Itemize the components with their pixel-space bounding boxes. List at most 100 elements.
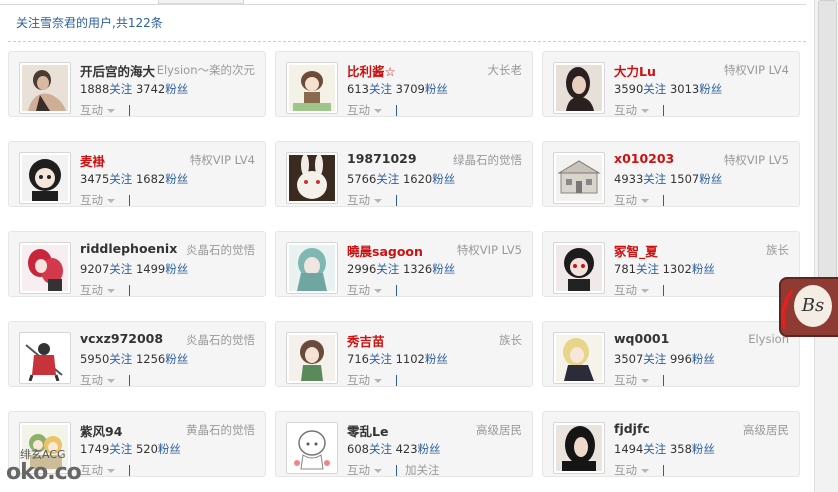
username-link[interactable]: riddlephoenix [80, 241, 177, 256]
username-link[interactable]: 大力Lu [614, 61, 656, 80]
avatar[interactable] [19, 242, 71, 294]
avatar[interactable] [553, 332, 605, 384]
follow-link[interactable]: 关注 [643, 442, 666, 456]
follow-link[interactable]: 关注 [376, 262, 399, 276]
username-link[interactable]: 曉晨sagoon [347, 241, 423, 260]
follow-link[interactable]: 关注 [369, 82, 392, 96]
fans-link[interactable]: 粉丝 [165, 82, 188, 96]
username-link[interactable]: 开后宫的海大 [80, 61, 155, 80]
avatar[interactable] [553, 242, 605, 294]
follow-link[interactable]: 关注 [369, 442, 392, 456]
avatar[interactable] [286, 152, 338, 204]
follow-link[interactable]: 关注 [643, 352, 666, 366]
active-tab[interactable] [158, 0, 244, 4]
interact-label[interactable]: 互动 [347, 103, 370, 117]
username-link[interactable]: 冢智_夏 [614, 241, 658, 260]
interact-label[interactable]: 互动 [80, 193, 103, 207]
avatar[interactable] [286, 422, 338, 474]
fans-link[interactable]: 粉丝 [418, 442, 441, 456]
username-link[interactable]: x010203 [614, 151, 674, 166]
interact-label[interactable]: 互动 [614, 103, 637, 117]
fans-link[interactable]: 粉丝 [692, 352, 715, 366]
fans-link[interactable]: 粉丝 [158, 442, 181, 456]
interact-dropdown[interactable]: 互动 [80, 102, 130, 118]
red-eye-anime-avatar [556, 245, 602, 291]
interact-dropdown[interactable]: 互动 [347, 102, 397, 118]
interact-label[interactable]: 互动 [80, 103, 103, 117]
add-follow-button[interactable]: 加关注 [405, 463, 440, 477]
username-link[interactable]: fjdjfc [614, 421, 650, 436]
username-link[interactable]: 零乱Le [347, 421, 388, 440]
interact-label[interactable]: 互动 [614, 193, 637, 207]
interact-dropdown[interactable]: 互动 [614, 192, 664, 208]
avatar[interactable] [19, 332, 71, 384]
chevron-down-icon [641, 108, 649, 113]
side-float-widget[interactable]: Bs [779, 277, 838, 337]
username-link[interactable]: 紫风94 [80, 421, 122, 440]
fans-link[interactable]: 粉丝 [692, 262, 715, 276]
follow-link[interactable]: 关注 [643, 82, 666, 96]
interact-dropdown[interactable]: 互动 [80, 372, 130, 388]
user-stats: 3507关注 996粉丝 [614, 351, 715, 367]
fans-link[interactable]: 粉丝 [432, 172, 455, 186]
interact-dropdown[interactable]: 互动 [80, 282, 130, 298]
fans-link[interactable]: 粉丝 [165, 172, 188, 186]
interact-label[interactable]: 互动 [614, 283, 637, 297]
interact-dropdown[interactable]: 互动 [614, 102, 664, 118]
interact-label[interactable]: 互动 [80, 283, 103, 297]
interact-dropdown[interactable]: 互动 [614, 462, 664, 478]
username-link[interactable]: vcxz972008 [80, 331, 163, 346]
user-rank: 大长老 [487, 63, 523, 77]
avatar[interactable] [286, 62, 338, 114]
interact-label[interactable]: 互动 [347, 193, 370, 207]
follow-link[interactable]: 关注 [643, 172, 666, 186]
username-link[interactable]: wq0001 [614, 331, 669, 346]
interact-dropdown[interactable]: 互动 [347, 372, 397, 388]
fans-link[interactable]: 粉丝 [165, 352, 188, 366]
user-stats: 1888关注 3742粉丝 [80, 81, 188, 97]
follow-link[interactable]: 关注 [636, 262, 659, 276]
follow-link[interactable]: 关注 [109, 352, 132, 366]
interact-label[interactable]: 互动 [347, 373, 370, 387]
interact-label[interactable]: 互动 [347, 463, 370, 477]
avatar[interactable] [286, 242, 338, 294]
interact-label[interactable]: 互动 [347, 283, 370, 297]
fans-link[interactable]: 粉丝 [432, 262, 455, 276]
interact-label[interactable]: 互动 [80, 373, 103, 387]
username-link[interactable]: 秀吉苗 [347, 331, 385, 350]
interact-dropdown[interactable]: 互动 [347, 282, 397, 298]
fans-link[interactable]: 粉丝 [699, 172, 722, 186]
interact-dropdown[interactable]: 互动 [614, 372, 664, 388]
fans-link[interactable]: 粉丝 [165, 262, 188, 276]
fans-link[interactable]: 粉丝 [425, 82, 448, 96]
username-link[interactable]: 比利酱☆ [347, 61, 396, 80]
avatar[interactable] [553, 422, 605, 474]
follow-link[interactable]: 关注 [109, 442, 132, 456]
username-link[interactable]: 19871029 [347, 151, 417, 166]
interact-dropdown[interactable]: 互动 [347, 192, 397, 208]
interact-label[interactable]: 互动 [614, 463, 637, 477]
follow-link[interactable]: 关注 [109, 82, 132, 96]
interact-dropdown[interactable]: 互动 [80, 192, 130, 208]
fans-link[interactable]: 粉丝 [692, 442, 715, 456]
fans-link[interactable]: 粉丝 [699, 82, 722, 96]
fans-link[interactable]: 粉丝 [425, 352, 448, 366]
follow-link[interactable]: 关注 [376, 172, 399, 186]
avatar[interactable] [19, 152, 71, 204]
follow-count: 716 [347, 352, 369, 366]
interact-dropdown[interactable]: 互动 加关注 [347, 462, 440, 478]
scrollbar-thumb[interactable] [818, 0, 837, 322]
avatar[interactable] [19, 62, 71, 114]
user-card: 秀吉苗 族长 716关注 1102粉丝 互动 [275, 321, 533, 387]
avatar[interactable] [286, 332, 338, 384]
follow-link[interactable]: 关注 [109, 172, 132, 186]
avatar[interactable] [553, 62, 605, 114]
interact-label[interactable]: 互动 [614, 373, 637, 387]
follow-count: 3475 [80, 172, 110, 186]
interact-dropdown[interactable]: 互动 [614, 282, 664, 298]
username-link[interactable]: 麦褂 [80, 151, 105, 170]
follow-link[interactable]: 关注 [109, 262, 132, 276]
follow-link[interactable]: 关注 [369, 352, 392, 366]
scrollbar[interactable] [814, 0, 838, 492]
avatar[interactable] [553, 152, 605, 204]
